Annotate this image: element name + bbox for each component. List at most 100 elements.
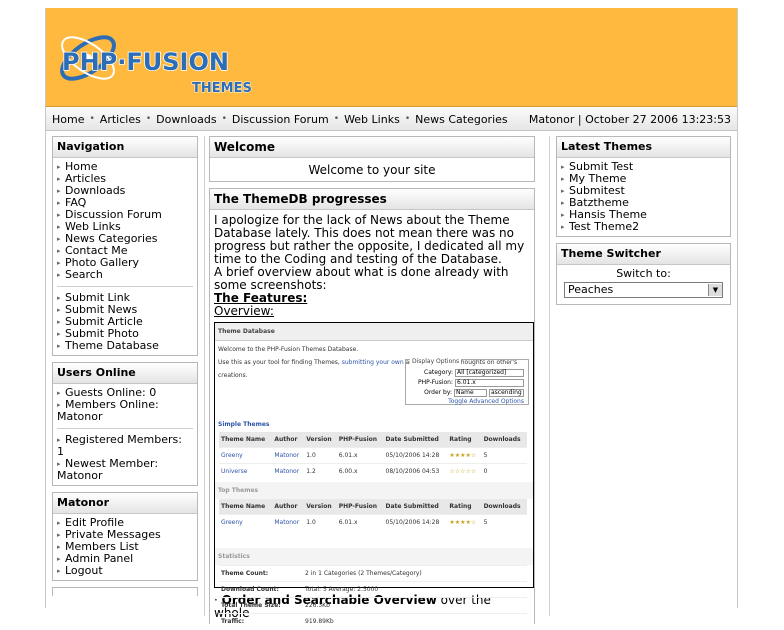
table-cell: 2 in 1 Categories (2 Themes/Category)	[303, 565, 527, 582]
intro-text: Use this as your tool for finding Themes…	[218, 359, 342, 366]
topnav-news-categories[interactable]: News Categories	[415, 113, 508, 126]
top-navigation-bar: Home • Articles • Downloads • Discussion…	[46, 107, 737, 131]
column-divider	[204, 136, 205, 616]
simple-themes-title: Simple Themes	[218, 421, 270, 428]
bullet-arrow-icon: ▸	[57, 389, 61, 397]
site-logo[interactable]: PHP·FUSION THEMES	[56, 14, 276, 99]
navigation-panel: Navigation ▸ Home ▸ Articles ▸ Downloads ▸ F…	[52, 136, 198, 356]
panel-title: Welcome	[210, 137, 534, 158]
topnav-articles[interactable]: Articles	[100, 113, 141, 126]
chevron-down-icon[interactable]: ▼	[708, 284, 722, 296]
nav-theme-database[interactable]: Theme Database	[65, 340, 159, 352]
topnav-weblinks[interactable]: Web Links	[344, 113, 400, 126]
panel-title: Latest Themes	[557, 137, 730, 158]
bullet-arrow-icon: ▸	[561, 163, 565, 171]
panel-title: Matonor	[53, 493, 197, 514]
column-divider	[549, 136, 550, 616]
column-header: Author	[272, 499, 305, 515]
divider	[57, 428, 193, 429]
column-header: Author	[272, 432, 305, 448]
bullet-arrow-icon: ▸	[57, 318, 61, 326]
latest-theme-link[interactable]: Test Theme2	[569, 221, 639, 233]
topnav-downloads[interactable]: Downloads	[156, 113, 216, 126]
theme-select[interactable]: Peaches ▼	[564, 282, 723, 298]
table-cell: ☆☆☆☆☆	[447, 463, 482, 479]
table-cell: 0	[481, 463, 527, 479]
bullet-arrow-icon: ▸	[57, 163, 61, 171]
separator-icon: •	[89, 114, 95, 124]
panel-title: Users Online	[53, 363, 197, 384]
table-cell: 6.01.x	[336, 514, 384, 530]
welcome-text: Welcome to your site	[308, 163, 436, 177]
table-cell: ★★★★☆	[447, 447, 482, 464]
table-cell: Matonor	[272, 447, 305, 464]
simple-themes-table: Theme Name Author Version PHP-Fusion Date Su…	[219, 432, 527, 479]
table-cell: Universe	[219, 463, 273, 479]
intro-link: submitting your own	[341, 359, 404, 366]
separator-icon: •	[333, 114, 340, 124]
table-cell: Matonor	[272, 514, 305, 530]
news-paragraph: A brief overview about what is done alre…	[214, 265, 509, 292]
newest-member-link[interactable]: Matonor	[57, 469, 103, 482]
panel-title: Theme Switcher	[557, 244, 730, 265]
table-cell: 1.0	[304, 514, 337, 530]
bullet-arrow-icon: ▸	[57, 531, 61, 539]
column-header: Rating	[447, 499, 482, 515]
table-cell: 919.89Kb	[303, 613, 527, 629]
registered-members-label: Registered Members:	[65, 433, 182, 446]
advanced-options-link: Toggle Advanced Options	[448, 398, 524, 405]
bullet-arrow-icon: ▸	[57, 555, 61, 563]
left-sidebar: Navigation ▸ Home ▸ Articles ▸ Downloads ▸ F…	[52, 136, 198, 602]
column-header: Theme Name	[219, 432, 273, 448]
table-cell: Greeny	[219, 447, 273, 464]
topnav-forum[interactable]: Discussion Forum	[232, 113, 329, 126]
table-cell: Matonor	[272, 463, 305, 479]
news-item: The ThemeDB progresses I apologize for t…	[209, 188, 535, 629]
logo-subtext: THEMES	[192, 81, 252, 96]
bullet-arrow-icon: ▸	[57, 259, 61, 267]
overview-heading: Overview:	[214, 304, 274, 318]
bullet-arrow-icon: ▸	[561, 175, 565, 183]
top-themes-table: Theme Name Author Version PHP-Fusion Date Su…	[219, 499, 527, 530]
table-row: Greeny Matonor 1.0 6.01.x 05/10/2006 14:28 ★★…	[219, 514, 527, 530]
table-row: Download Count: Total: 5 Average: 2.5000	[219, 581, 527, 598]
table-cell: 08/10/2006 04:53	[383, 463, 448, 479]
bullet-arrow-icon: ▸	[57, 199, 61, 207]
table-row: Theme Count: 2 in 1 Categories (2 Themes/…	[219, 565, 527, 582]
bullet-arrow-icon: ▸	[561, 211, 565, 219]
bullet-arrow-icon: ▸	[561, 223, 565, 231]
bullet-arrow-icon: ▸	[57, 211, 61, 219]
user-logout[interactable]: Logout	[65, 565, 103, 577]
column-header: Downloads	[481, 432, 527, 448]
bullet-arrow-icon: ▸	[561, 199, 565, 207]
panel-title: Navigation	[53, 137, 197, 158]
display-options-box: Display Options Category: All [categoriz…	[405, 355, 529, 405]
table-cell: 1.0	[304, 447, 337, 464]
column-header: PHP-Fusion	[336, 499, 384, 515]
bullet-arrow-icon: ▸	[57, 519, 61, 527]
statistics-title: Statistics	[215, 548, 533, 565]
divider	[57, 286, 193, 287]
table-cell: Total: 5 Average: 2.5000	[303, 581, 527, 598]
bullet-arrow-icon: ▸	[57, 247, 61, 255]
next-panel-stub	[52, 587, 198, 596]
table-cell: Download Count:	[219, 581, 303, 598]
bullet-arrow-icon: ▸	[57, 271, 61, 279]
table-cell: Traffic:	[219, 613, 303, 629]
welcome-panel: Welcome Welcome to your site	[209, 136, 535, 182]
table-cell: Greeny	[219, 514, 273, 530]
column-header: Date Submitted	[383, 499, 448, 515]
bullet-arrow-icon: ▸	[57, 187, 61, 195]
column-header: Theme Name	[219, 499, 273, 515]
user-date-status: Matonor | October 27 2006 13:23:53	[528, 112, 731, 126]
topnav-home[interactable]: Home	[52, 113, 84, 126]
bullet-arrow-icon: ▸	[57, 543, 61, 551]
table-row: Universe Matonor 1.2 6.00.x 08/10/2006 04:53…	[219, 463, 527, 479]
nav-search[interactable]: Search	[65, 269, 103, 281]
table-cell: 5	[481, 447, 527, 464]
online-member-link[interactable]: Matonor	[57, 410, 103, 423]
bullet-arrow-icon: ▸	[561, 187, 565, 195]
statistics-table: Theme Count: 2 in 1 Categories (2 Themes/…	[219, 565, 527, 629]
bullet-arrow-icon: ▸	[57, 223, 61, 231]
news-paragraph: I apologize for the lack of News about t…	[214, 213, 525, 266]
